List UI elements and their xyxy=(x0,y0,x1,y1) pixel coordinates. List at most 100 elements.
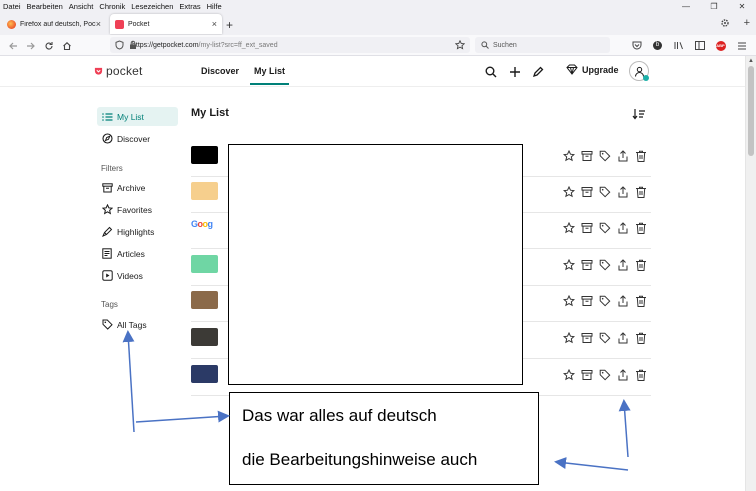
share-icon[interactable] xyxy=(616,368,629,381)
extension-dark-icon[interactable]: b xyxy=(651,39,664,52)
share-icon[interactable] xyxy=(616,149,629,162)
sidebar-item-videos[interactable]: Videos xyxy=(97,266,178,285)
favorite-star-icon[interactable] xyxy=(562,331,575,344)
tab-firefox-deutsch[interactable]: Firefox auf deutsch, Pocket auf d × xyxy=(2,14,106,34)
delete-trash-icon[interactable] xyxy=(634,331,647,344)
favorite-star-icon[interactable] xyxy=(562,185,575,198)
sidebar-item-label: Discover xyxy=(117,133,151,144)
reload-icon[interactable] xyxy=(42,39,55,52)
minimize-button[interactable]: — xyxy=(672,0,700,12)
archive-icon[interactable] xyxy=(580,185,593,198)
menu-ansicht[interactable]: Ansicht xyxy=(66,2,97,11)
list-all-tabs-icon[interactable]: + xyxy=(744,18,750,29)
lock-icon[interactable] xyxy=(129,40,137,50)
forward-arrow-icon[interactable] xyxy=(24,39,37,52)
share-icon[interactable] xyxy=(616,258,629,271)
favorite-star-icon[interactable] xyxy=(562,221,575,234)
shield-icon[interactable] xyxy=(115,40,124,50)
item-thumbnail[interactable] xyxy=(191,328,218,346)
sidebar-item-all-tags[interactable]: All Tags xyxy=(97,315,178,334)
scrollbar-thumb[interactable] xyxy=(748,66,754,156)
favorite-star-icon[interactable] xyxy=(562,294,575,307)
share-icon[interactable] xyxy=(616,294,629,307)
url-bar[interactable]: https://getpocket.com/my-list?src=ff_ext… xyxy=(110,37,470,53)
upgrade-button[interactable]: Upgrade xyxy=(566,64,619,75)
sidebar-toggle-icon[interactable] xyxy=(693,39,706,52)
share-icon[interactable] xyxy=(616,331,629,344)
library-icon[interactable] xyxy=(672,39,685,52)
settings-gear-icon[interactable] xyxy=(720,18,730,28)
delete-trash-icon[interactable] xyxy=(634,221,647,234)
home-icon[interactable] xyxy=(60,39,73,52)
pocket-logo[interactable]: pocket xyxy=(94,64,143,78)
share-icon[interactable] xyxy=(616,221,629,234)
hamburger-menu-icon[interactable] xyxy=(735,39,748,52)
sidebar-item-articles[interactable]: Articles xyxy=(97,244,178,263)
bookmark-star-icon[interactable] xyxy=(455,40,465,50)
menu-bearbeiten[interactable]: Bearbeiten xyxy=(24,2,66,11)
close-window-button[interactable]: ✕ xyxy=(728,0,756,12)
sidebar-item-discover[interactable]: Discover xyxy=(97,129,178,148)
menu-hilfe[interactable]: Hilfe xyxy=(204,2,225,11)
favorite-star-icon[interactable] xyxy=(562,258,575,271)
tab-close-icon[interactable]: × xyxy=(212,19,217,29)
add-item-icon[interactable] xyxy=(508,65,521,78)
page-title: My List xyxy=(191,107,229,119)
tag-icon[interactable] xyxy=(598,368,611,381)
item-actions xyxy=(562,258,647,271)
item-thumbnail[interactable] xyxy=(191,182,218,200)
nav-my-list[interactable]: My List xyxy=(250,66,290,85)
item-thumbnail[interactable]: Goog xyxy=(191,218,218,236)
item-thumbnail[interactable] xyxy=(191,255,218,273)
archive-icon[interactable] xyxy=(580,221,593,234)
menu-lesezeichen[interactable]: Lesezeichen xyxy=(128,2,176,11)
sidebar-item-archive[interactable]: Archive xyxy=(97,178,178,197)
menu-extras[interactable]: Extras xyxy=(176,2,203,11)
tag-icon[interactable] xyxy=(598,294,611,307)
archive-icon[interactable] xyxy=(580,149,593,162)
archive-icon[interactable] xyxy=(580,258,593,271)
tag-icon[interactable] xyxy=(598,149,611,162)
pocket-header: pocket Discover My List Upgrade xyxy=(0,56,745,87)
archive-icon[interactable] xyxy=(580,368,593,381)
tab-close-icon[interactable]: × xyxy=(96,19,101,29)
delete-trash-icon[interactable] xyxy=(634,294,647,307)
menu-datei[interactable]: Datei xyxy=(0,2,24,11)
favorite-star-icon[interactable] xyxy=(562,149,575,162)
menu-chronik[interactable]: Chronik xyxy=(96,2,128,11)
item-thumbnail[interactable] xyxy=(191,365,218,383)
item-thumbnail[interactable] xyxy=(191,146,218,164)
search-icon[interactable] xyxy=(484,65,497,78)
sidebar-item-highlights[interactable]: Highlights xyxy=(97,222,178,241)
scroll-up-arrow-icon[interactable]: ▲ xyxy=(748,58,754,64)
delete-trash-icon[interactable] xyxy=(634,258,647,271)
sidebar-item-my-list[interactable]: My List xyxy=(97,107,178,126)
sidebar-item-favorites[interactable]: Favorites xyxy=(97,200,178,219)
archive-icon[interactable] xyxy=(580,294,593,307)
bulk-edit-pencil-icon[interactable] xyxy=(531,65,544,78)
tag-icon[interactable] xyxy=(598,258,611,271)
search-bar[interactable]: Suchen xyxy=(475,37,610,53)
tag-icon[interactable] xyxy=(598,185,611,198)
nav-discover[interactable]: Discover xyxy=(201,66,239,76)
archive-icon[interactable] xyxy=(580,331,593,344)
page-scrollbar[interactable]: ▲ xyxy=(745,56,756,491)
sidebar-item-label: Favorites xyxy=(117,204,152,215)
share-icon[interactable] xyxy=(616,185,629,198)
item-thumbnail[interactable] xyxy=(191,291,218,309)
back-arrow-icon[interactable] xyxy=(6,39,19,52)
pocket-toolbar-icon[interactable] xyxy=(630,39,643,52)
maximize-button[interactable]: ❐ xyxy=(700,0,728,12)
sort-icon[interactable] xyxy=(632,108,646,122)
tag-icon[interactable] xyxy=(598,221,611,234)
delete-trash-icon[interactable] xyxy=(634,368,647,381)
delete-trash-icon[interactable] xyxy=(634,185,647,198)
url-host: https://getpocket.com xyxy=(132,41,199,49)
favorite-star-icon[interactable] xyxy=(562,368,575,381)
tag-icon[interactable] xyxy=(598,331,611,344)
avatar[interactable] xyxy=(629,61,649,81)
new-tab-button[interactable]: + xyxy=(226,18,233,32)
delete-trash-icon[interactable] xyxy=(634,149,647,162)
adblock-icon[interactable]: ABP xyxy=(714,39,727,52)
tab-pocket[interactable]: Pocket × xyxy=(110,14,222,34)
